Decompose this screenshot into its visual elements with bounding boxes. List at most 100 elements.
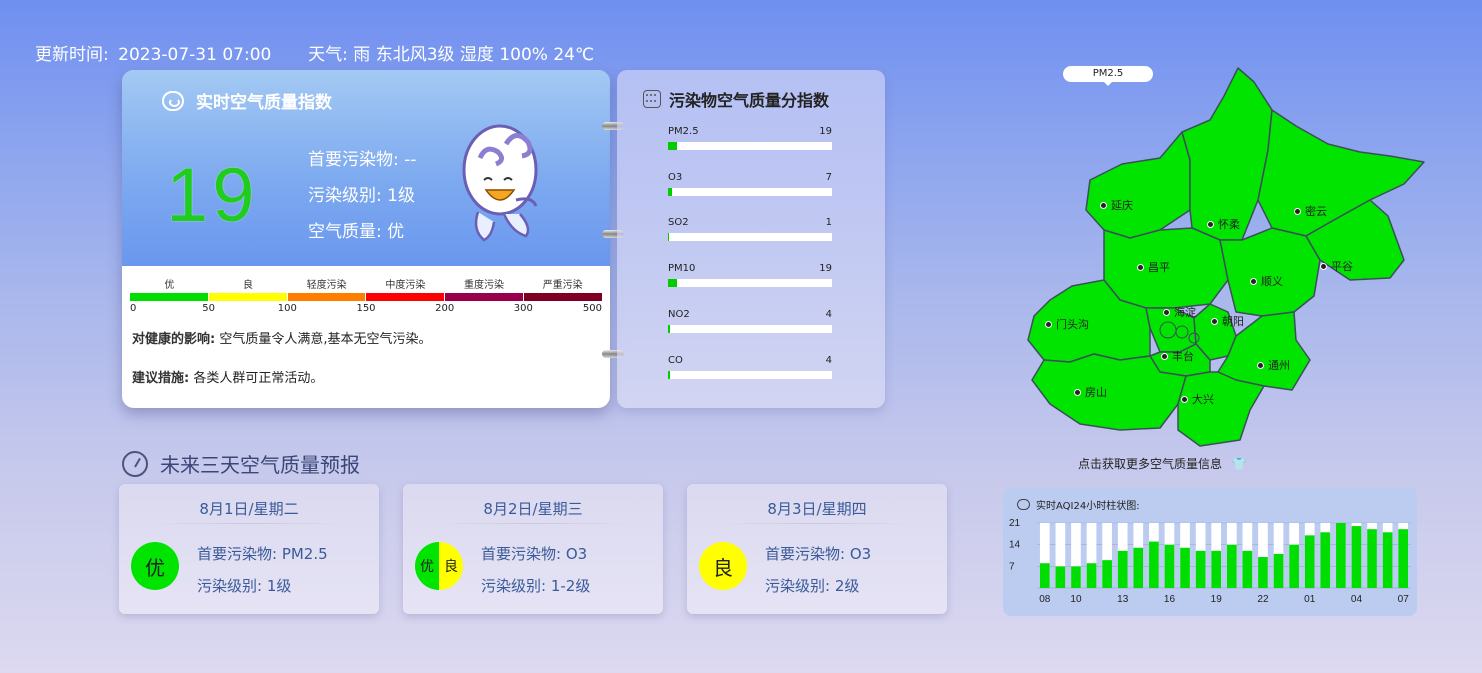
scale-segment (524, 293, 602, 301)
district-label[interactable]: 延庆 (1100, 197, 1133, 213)
chart-bar[interactable] (1117, 550, 1128, 588)
chart-bar[interactable] (1336, 523, 1346, 588)
badge-left: 优 (415, 542, 439, 590)
location-dot-icon (1207, 220, 1214, 228)
chart-bar[interactable] (1055, 566, 1066, 588)
district-name: 房山 (1085, 386, 1107, 399)
aqi-value: 19 (166, 153, 259, 238)
forecast-level: 污染级别: 2级 (765, 577, 860, 595)
chart-bar[interactable] (1133, 547, 1144, 588)
scale-number: 500 (582, 303, 602, 314)
forecast-pollutant: 首要污染物: PM2.5 (197, 545, 328, 563)
pollutant-value: 19 (819, 263, 832, 275)
location-dot-icon (1257, 361, 1264, 369)
chart-bar[interactable] (1289, 544, 1299, 588)
aqi-scale: 优 良 轻度污染 中度污染 重度污染 严重污染 0 50 100 150 200 300 500 (130, 276, 602, 317)
pollutant-name: PM10 (668, 263, 696, 275)
chart-bar[interactable] (1195, 550, 1206, 588)
chart-bar[interactable] (1382, 532, 1393, 588)
y-tick-label: 14 (1009, 540, 1021, 551)
district-label[interactable]: 丰台 (1161, 348, 1194, 364)
district-label[interactable]: 房山 (1074, 384, 1107, 400)
location-dot-icon (1100, 201, 1107, 209)
chart-bar[interactable] (1351, 526, 1362, 588)
x-tick-label: 19 (1211, 594, 1223, 605)
district-label[interactable]: 平谷 (1320, 258, 1353, 274)
pollutant-bar (668, 142, 832, 150)
scale-segment (130, 293, 209, 301)
quality-badge: 良 (699, 542, 747, 590)
advice-text: 各类人群可正常活动。 (193, 371, 324, 386)
district-label[interactable]: 海淀 (1163, 304, 1196, 320)
pollutant-row: NO2 4 (668, 309, 832, 333)
district-name: 朝阳 (1222, 315, 1244, 328)
chart-bar[interactable] (1086, 563, 1097, 588)
forecast-info: 首要污染物: O3 污染级别: 1-2级 (481, 538, 590, 602)
map-region-huairou (1181, 67, 1273, 241)
pollutant-bar-fill (668, 279, 678, 288)
health-text: 空气质量令人满意,基本无空气污染。 (219, 332, 432, 347)
chart-bar[interactable] (1320, 532, 1331, 588)
chart-bar[interactable] (1149, 541, 1159, 588)
chart-bar[interactable] (1273, 553, 1284, 588)
health-label: 对健康的影响: (132, 332, 216, 347)
forecast-card-day1: 8月1日/星期二 优 首要污染物: PM2.5 污染级别: 1级 (119, 484, 379, 614)
primary-pollutant: 首要污染物: -- (308, 150, 417, 170)
chart-bar[interactable] (1164, 544, 1175, 588)
chart-bar[interactable] (1367, 529, 1377, 588)
aqi-24h-chart: 7 14 21 08 10 13 16 19 22 01 04 07 (1009, 518, 1411, 605)
forecast-info: 首要污染物: PM2.5 污染级别: 1级 (197, 538, 328, 602)
chart-bar[interactable] (1180, 547, 1190, 588)
district-label[interactable]: 朝阳 (1211, 313, 1244, 329)
pollutant-bar-fill (668, 187, 673, 196)
forecast-card-day3: 8月3日/星期四 良 首要污染物: O3 污染级别: 2级 (687, 484, 947, 614)
scale-number: 300 (513, 303, 533, 314)
beijing-map[interactable] (1010, 60, 1440, 460)
district-name: 通州 (1268, 359, 1290, 372)
aqi-24h-chart-card: 实时AQI24小时柱状图: 7 14 21 08 10 13 16 19 22 01 04 07 (1003, 487, 1417, 616)
air-quality: 空气质量: 优 (308, 222, 405, 242)
y-tick-label: 7 (1009, 561, 1015, 572)
more-info-link[interactable]: 点击获取更多空气质量信息 👕 (1078, 455, 1247, 472)
chart-bar[interactable] (1102, 560, 1112, 588)
location-dot-icon (1294, 207, 1301, 215)
pollutant-bar-fill (668, 370, 670, 379)
advice: 建议措施: 各类人群可正常活动。 (132, 367, 323, 386)
chart-bar[interactable] (1398, 529, 1409, 588)
scale-number: 50 (202, 303, 216, 314)
district-label[interactable]: 昌平 (1137, 259, 1170, 275)
scale-number: 150 (356, 303, 376, 314)
mascot-icon (462, 124, 538, 242)
chart-bar[interactable] (1071, 566, 1081, 588)
district-label[interactable]: 顺义 (1250, 273, 1283, 289)
district-name: 密云 (1305, 205, 1327, 218)
chart-bar[interactable] (1039, 563, 1050, 588)
district-label[interactable]: 大兴 (1181, 391, 1214, 407)
pollutant-card: 污染物空气质量分指数 PM2.5 19 O3 7 SO2 1 PM10 19 NO2 4 CO 4 (617, 70, 885, 408)
forecast-heading: 未来三天空气质量预报 (122, 449, 360, 478)
chart-bar[interactable] (1304, 535, 1315, 588)
x-tick-label: 01 (1304, 594, 1316, 605)
district-label[interactable]: 怀柔 (1207, 216, 1240, 232)
chart-bar[interactable] (1258, 557, 1268, 588)
pollutant-row: PM10 19 (668, 263, 832, 288)
scale-number: 0 (130, 303, 137, 314)
chart-bar[interactable] (1211, 550, 1222, 588)
district-label[interactable]: 门头沟 (1045, 316, 1089, 332)
badge-right: 良 (439, 542, 463, 590)
advice-label: 建议措施: (132, 371, 190, 386)
forecast-date: 8月1日/星期二 (199, 500, 299, 518)
pollutant-bar (668, 187, 832, 196)
pollutant-row: SO2 1 (668, 217, 832, 242)
district-label[interactable]: 通州 (1257, 357, 1290, 373)
aqi-summary: 首要污染物: -- 污染级别: 1级 空气质量: 优 (308, 142, 416, 250)
chart-bar[interactable] (1242, 550, 1253, 588)
location-dot-icon (1161, 352, 1168, 360)
scale-label: 优 (164, 280, 175, 291)
pollutant-title-text: 污染物空气质量分指数 (669, 91, 830, 110)
chart-bar[interactable] (1226, 544, 1237, 588)
district-label[interactable]: 密云 (1294, 203, 1327, 219)
grid-icon (643, 90, 661, 108)
more-info-text[interactable]: 点击获取更多空气质量信息 (1078, 457, 1222, 471)
forecast-info: 首要污染物: O3 污染级别: 2级 (765, 538, 871, 602)
